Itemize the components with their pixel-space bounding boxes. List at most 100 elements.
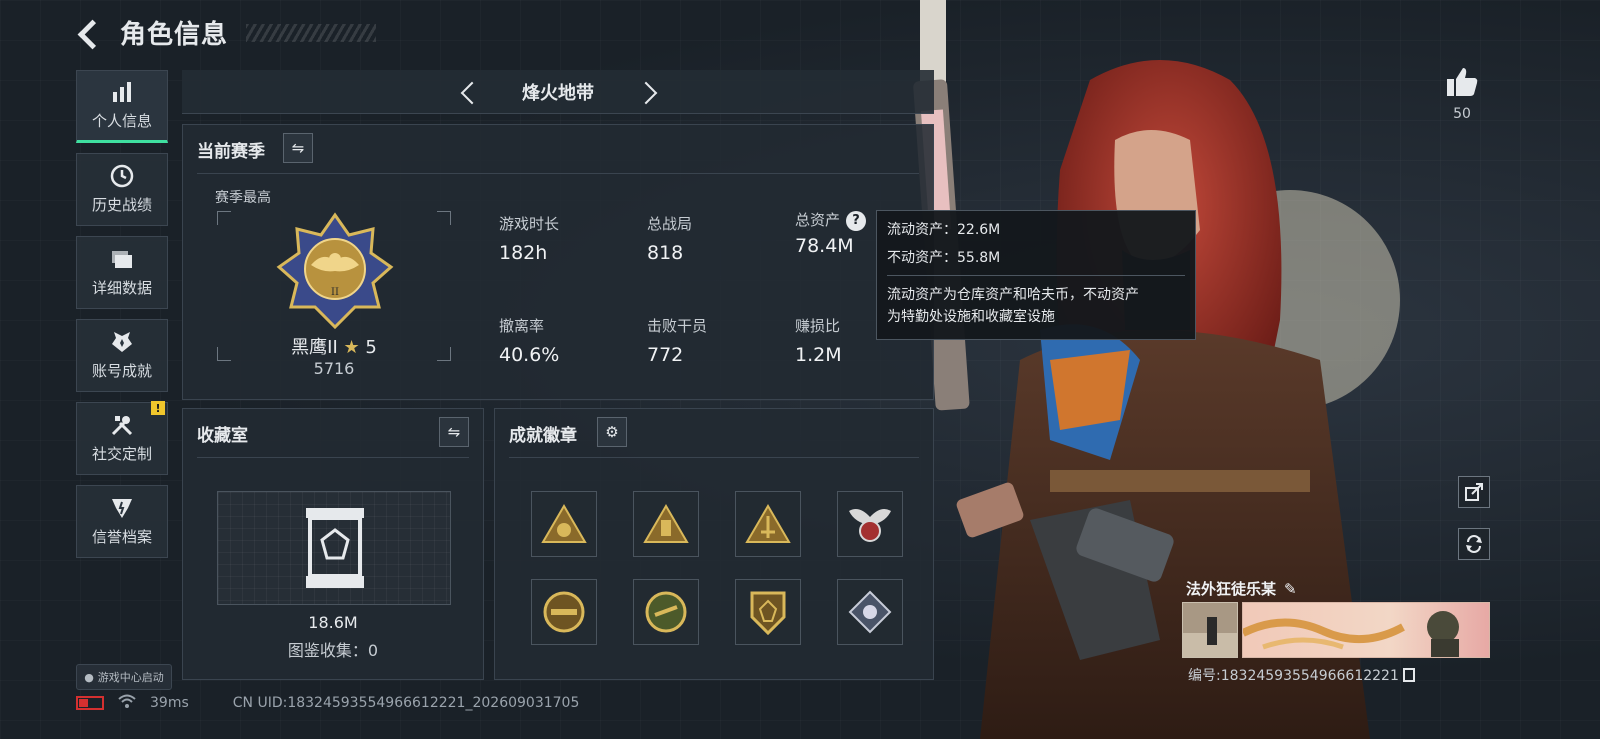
refresh-button[interactable] (1458, 528, 1490, 560)
thumbs-up-icon[interactable] (1445, 66, 1479, 98)
stat-value: 1.2M (795, 344, 842, 366)
mode-selector: 烽火地带 (182, 70, 934, 114)
season-title: 当前赛季 (197, 142, 265, 162)
avatar-image (1183, 603, 1237, 657)
game-center-launch-button[interactable]: ● 游戏中心启动 (76, 664, 172, 690)
achievement-badge[interactable] (735, 579, 801, 645)
stat-kills: 击败干员 772 (647, 315, 787, 366)
achievement-badge[interactable] (837, 491, 903, 557)
divider (887, 275, 1185, 276)
triangle-badge-icon (541, 504, 587, 543)
game-center-label: 游戏中心启动 (97, 671, 164, 684)
rank-frame: II 黑鹰II ★ 5 5716 (217, 211, 451, 378)
sidebar-item-label: 社交定制 (91, 445, 152, 463)
wifi-icon (118, 694, 136, 712)
achievement-badge[interactable] (735, 491, 801, 557)
folder-icon (112, 251, 132, 268)
badge-grid (531, 491, 903, 645)
swap-icon: ⇋ (447, 423, 461, 441)
tooltip-liquid: 流动资产：22.6M (887, 222, 1001, 238)
svg-text:II: II (331, 287, 339, 298)
edit-pencil-icon[interactable]: ✎ (1284, 580, 1297, 598)
avatar[interactable] (1182, 602, 1238, 658)
player-name-row: 法外狂徒乐某 ✎ (1186, 578, 1297, 599)
round-badge-icon (645, 591, 687, 633)
swap-icon: ⇋ (291, 139, 305, 157)
stat-value: 818 (647, 242, 684, 264)
sidebar-item-reputation[interactable]: 信誉档案 (76, 485, 168, 558)
mode-prev-arrow-icon[interactable] (456, 81, 478, 103)
achievement-title: 成就徽章 (509, 426, 577, 446)
sidebar-item-label: 账号成就 (91, 362, 152, 380)
divider (197, 457, 469, 458)
banner-art (1243, 611, 1459, 657)
share-icon (1465, 483, 1483, 501)
stat-play-time: 游戏时长 182h (499, 213, 639, 264)
achievement-badge[interactable] (837, 579, 903, 645)
alert-badge: ! (151, 401, 165, 415)
sidebar-item-history[interactable]: 历史战绩 (76, 153, 168, 226)
achievement-badge[interactable] (633, 491, 699, 557)
assets-tooltip: 流动资产：22.6M 不动资产：55.8M 流动资产为仓库资产和哈夫币，不动资产… (876, 210, 1196, 340)
bar-chart-icon (113, 82, 131, 102)
triangle-badge-icon (745, 504, 791, 543)
back-arrow-icon[interactable] (76, 18, 106, 48)
sidebar-item-personal-info[interactable]: 个人信息 (76, 70, 168, 143)
stat-value: 40.6% (499, 344, 560, 366)
achievement-badge[interactable] (531, 579, 597, 645)
rank-emblem-icon: II (276, 212, 394, 330)
shield-badge-icon (750, 591, 786, 635)
sidebar-item-social-custom[interactable]: 社交定制 ! (76, 401, 168, 475)
player-id: 编号:18324593554966612221 (1188, 668, 1399, 684)
stat-extraction-rate: 撤离率 40.6% (499, 315, 639, 366)
player-id-row: 编号:18324593554966612221 (1188, 665, 1415, 685)
refresh-icon (1466, 535, 1482, 553)
rank-score: 5716 (313, 359, 355, 378)
display-case-icon (306, 508, 364, 588)
status-bar: 39ms CN UID:18324593554966612221_2026090… (76, 694, 579, 712)
season-swap-button[interactable]: ⇋ (283, 133, 313, 163)
star-icon: ★ (343, 337, 360, 358)
ping-value: 39ms (150, 695, 189, 711)
collection-value: 18.6M (308, 613, 358, 632)
stat-value: 772 (647, 344, 684, 366)
tools-icon (111, 416, 133, 436)
rank-stars: 5 (365, 337, 377, 358)
like-group: 50 (1440, 66, 1484, 122)
season-best-label: 赛季最高 (215, 190, 271, 206)
collection-display[interactable] (217, 491, 451, 605)
stat-value: 182h (499, 242, 548, 264)
achievement-panel: 成就徽章 ⚙ (494, 408, 934, 680)
collection-panel: 收藏室 ⇋ 18.6M 图鉴收集：0 (182, 408, 484, 680)
collection-swap-button[interactable]: ⇋ (439, 417, 469, 447)
gear-icon: ⚙ (605, 423, 619, 441)
round-badge-icon (543, 591, 585, 633)
uid-text: CN UID:18324593554966612221_202609031705 (232, 695, 580, 711)
help-icon[interactable]: ? (846, 210, 867, 231)
sidebar-item-achievements[interactable]: 账号成就 (76, 319, 168, 392)
tooltip-fixed: 不动资产：55.8M (887, 250, 1001, 266)
season-panel: 当前赛季 ⇋ 赛季最高 II 黑鹰II ★ 5 5716 游戏时长 182h 总… (182, 124, 934, 400)
title-decoration (246, 23, 377, 42)
stat-label-text: 总资产 (795, 211, 841, 229)
achievement-badge[interactable] (531, 491, 597, 557)
stat-total-matches: 总战局 818 (647, 213, 787, 264)
achievement-settings-button[interactable]: ⚙ (597, 417, 627, 447)
sidebar: 个人信息 历史战绩 详细数据 账号成就 社交定制 ! 信誉档案 (76, 70, 168, 568)
copy-icon[interactable] (1402, 668, 1415, 682)
share-button[interactable] (1458, 476, 1490, 508)
tooltip-desc-1: 流动资产为仓库资产和哈夫币，不动资产 (887, 287, 1139, 303)
stat-label: 总战局 (647, 215, 693, 233)
mode-next-arrow-icon[interactable] (638, 81, 660, 103)
clock-icon (110, 164, 134, 188)
tooltip-desc-2: 为特勤处设施和收藏室设施 (887, 309, 1055, 325)
achievement-badge[interactable] (633, 579, 699, 645)
profile-banner[interactable] (1242, 602, 1490, 658)
qq-icon: ● (84, 670, 94, 684)
divider (509, 457, 919, 458)
divider (197, 173, 919, 174)
sidebar-item-label: 信誉档案 (91, 528, 152, 546)
stat-label: 游戏时长 (499, 215, 560, 233)
sidebar-item-detail-data[interactable]: 详细数据 (76, 236, 168, 309)
collection-title: 收藏室 (197, 426, 248, 446)
